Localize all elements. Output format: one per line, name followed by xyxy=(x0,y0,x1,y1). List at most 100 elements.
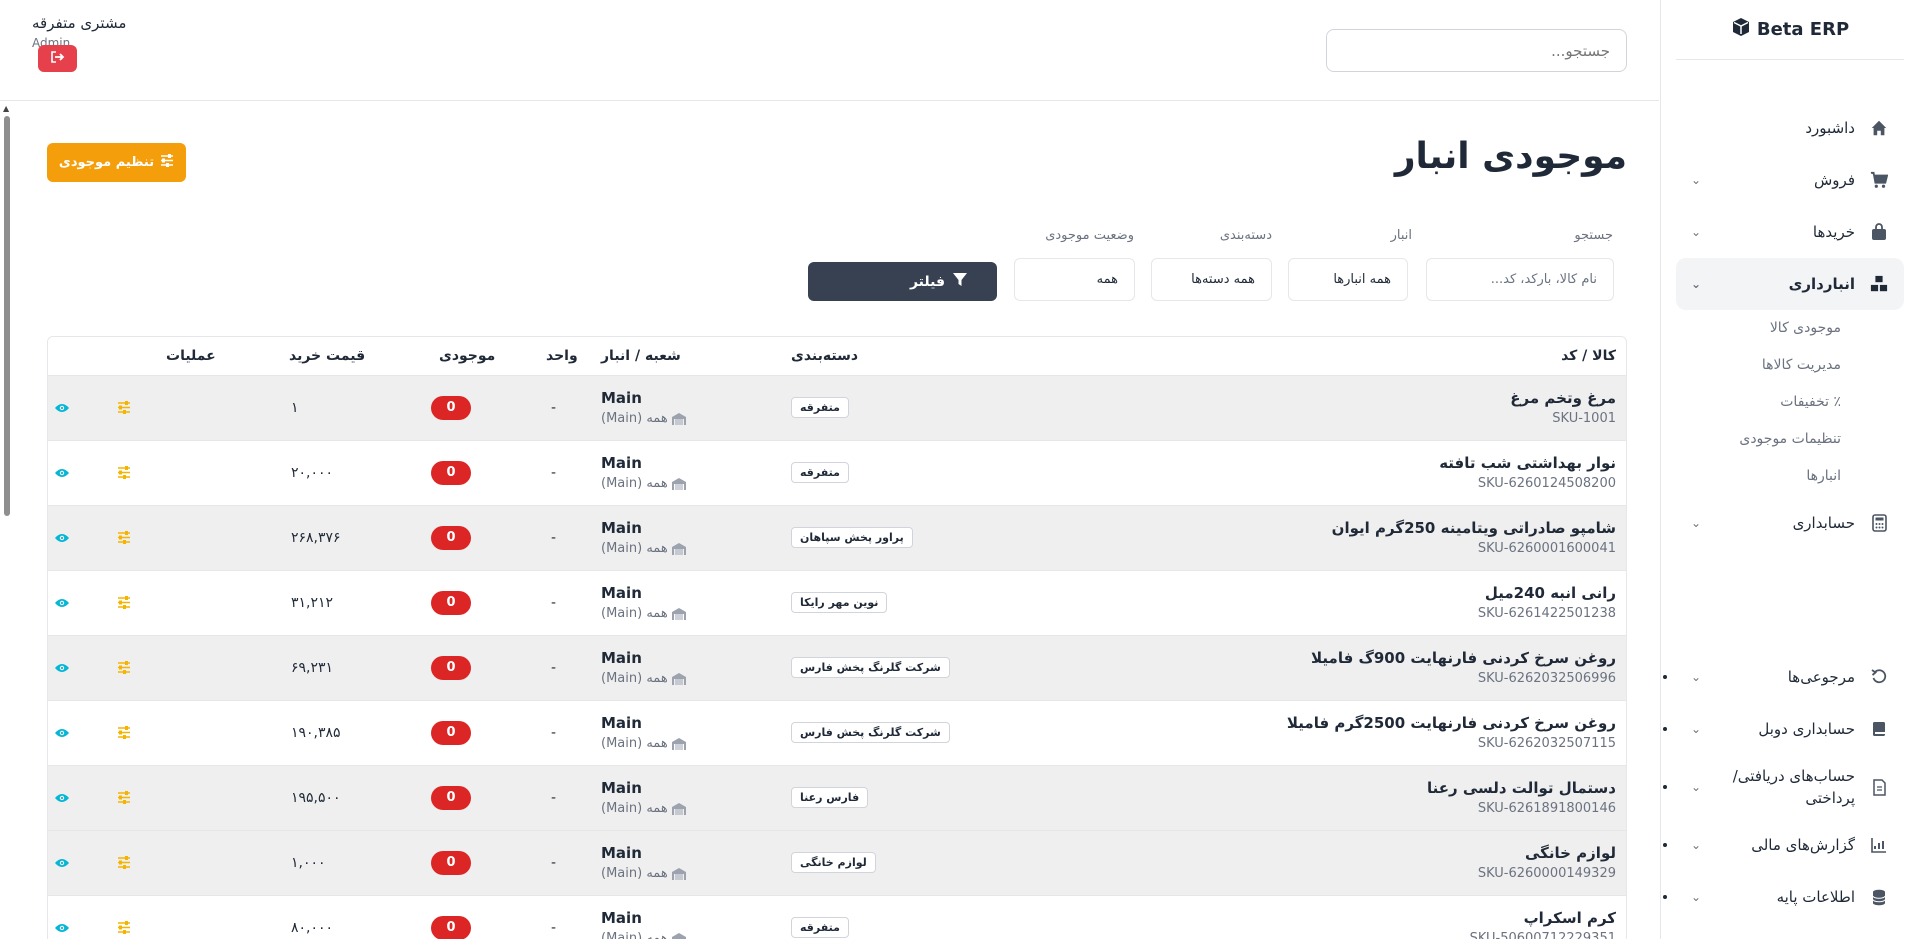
warehouse-info: همه (Main) xyxy=(601,801,781,816)
warehouse-select[interactable]: همه انبارها xyxy=(1288,258,1408,301)
cube-icon xyxy=(1731,17,1751,42)
warehouse-icon xyxy=(671,736,686,751)
eye-icon[interactable] xyxy=(54,725,70,741)
adjust-icon[interactable] xyxy=(116,530,132,546)
eye-icon[interactable] xyxy=(54,400,70,416)
adjust-icon[interactable] xyxy=(116,595,132,611)
product-name[interactable]: نوار بهداشتی شب تافته xyxy=(1101,454,1616,472)
product-name[interactable]: لوازم خانگی xyxy=(1101,844,1616,862)
table-row[interactable]: رانی انبه 240میل SKU-6261422501238 نوین … xyxy=(48,570,1626,636)
sidebar-item-inventory[interactable]: انبارداری ⌄ xyxy=(1676,258,1904,310)
submenu-item-stock[interactable]: موجودی کالا xyxy=(1661,310,1919,347)
adjust-icon[interactable] xyxy=(116,920,132,936)
scrollbar[interactable]: ▲ xyxy=(0,102,12,939)
sidebar-item-accounting[interactable]: حسابداری ⌄ xyxy=(1676,497,1904,549)
table-row[interactable]: شامپو صادراتی ویتامینه 250گرم ایوان SKU-… xyxy=(48,505,1626,571)
adjust-icon[interactable] xyxy=(116,725,132,741)
header-product[interactable]: کالا / کد xyxy=(1091,337,1626,376)
adjust-icon[interactable] xyxy=(116,855,132,871)
branch-cell: Main همه (Main) xyxy=(591,895,791,939)
product-search-input[interactable]: نام کالا، بارکد، کد... xyxy=(1426,258,1614,301)
stock-cell: 0 xyxy=(421,635,531,701)
chevron-down-icon: ⌄ xyxy=(1690,670,1702,684)
scrollbar-thumb[interactable] xyxy=(4,116,10,516)
logout-button[interactable] xyxy=(38,45,77,72)
product-name[interactable]: دستمال توالت دلسی رعنا xyxy=(1101,779,1616,797)
return-icon xyxy=(1869,667,1889,687)
sidebar-item-dashboard[interactable]: داشبورد xyxy=(1676,102,1904,154)
eye-icon[interactable] xyxy=(54,465,70,481)
product-name[interactable]: روغن سرخ کردنی فارنهایت 900گ فامیلا xyxy=(1101,649,1616,667)
warehouse-name: همه (Main) xyxy=(601,736,668,751)
product-name[interactable]: کرم اسکراپ xyxy=(1101,909,1616,927)
adjust-icon[interactable] xyxy=(116,400,132,416)
table-row[interactable]: نوار بهداشتی شب تافته SKU-6260124508200 … xyxy=(48,440,1626,506)
brand[interactable]: Beta ERP xyxy=(1676,0,1904,60)
table-row[interactable]: مرغ وتخم مرغ SKU-1001 متفرقه Main همه (M… xyxy=(48,375,1626,441)
stock-status-select[interactable]: همه xyxy=(1014,258,1135,301)
category-badge: شرکت گلرنگ پخش فارس xyxy=(791,722,950,743)
category-cell: متفرقه xyxy=(791,440,1091,506)
product-sku: SKU-1001 xyxy=(1552,411,1616,426)
sidebar-item-base-info[interactable]: اطلاعات پایه ⌄ xyxy=(1663,871,1904,923)
unit-cell: - xyxy=(531,830,591,896)
category-cell: متفرقه xyxy=(791,375,1091,441)
stock-badge: 0 xyxy=(431,525,471,550)
inventory-table: کالا / کد دسته‌بندی شعبه / انبار واحد مو… xyxy=(47,336,1627,939)
price-cell: ۲۰,۰۰۰ xyxy=(271,440,421,506)
stock-cell: 0 xyxy=(421,440,531,506)
scroll-up-icon[interactable]: ▲ xyxy=(3,104,9,113)
eye-icon[interactable] xyxy=(54,790,70,806)
eye-icon[interactable] xyxy=(54,595,70,611)
product-name[interactable]: مرغ وتخم مرغ xyxy=(1101,389,1616,407)
table-row[interactable]: روغن سرخ کردنی فارنهایت 900گ فامیلا SKU-… xyxy=(48,635,1626,701)
book-icon xyxy=(1869,719,1889,739)
sidebar-item-returns[interactable]: مرجوعی‌ها ⌄ xyxy=(1663,651,1904,703)
warehouse-icon xyxy=(671,606,686,621)
adjust-stock-button[interactable]: تنظیم موجودی xyxy=(47,143,186,182)
submenu-item-warehouses[interactable]: انبارها xyxy=(1661,458,1919,495)
adjust-icon[interactable] xyxy=(116,790,132,806)
table-row[interactable]: دستمال توالت دلسی رعنا SKU-6261891800146… xyxy=(48,765,1626,831)
sliders-icon xyxy=(160,154,174,171)
sidebar-item-sales[interactable]: فروش ⌄ xyxy=(1676,154,1904,206)
product-sku: SKU-6260000149329 xyxy=(1477,866,1616,881)
ops-cell xyxy=(48,570,271,636)
sidebar-item-label: اطلاعات پایه xyxy=(1776,888,1855,906)
global-search-input[interactable] xyxy=(1326,29,1627,72)
header-unit[interactable]: واحد xyxy=(531,337,591,376)
adjust-icon[interactable] xyxy=(116,465,132,481)
ops-cell xyxy=(48,765,271,831)
unit-cell: - xyxy=(531,570,591,636)
sidebar-item-receivables[interactable]: حساب‌های دریافتی/ پرداختی ⌄ xyxy=(1663,755,1904,819)
header-branch[interactable]: شعبه / انبار xyxy=(591,337,791,376)
product-cell: روغن سرخ کردنی فارنهایت 900گ فامیلا SKU-… xyxy=(1091,635,1626,701)
product-name[interactable]: روغن سرخ کردنی فارنهایت 2500گرم فامیلا xyxy=(1101,714,1616,732)
filter-button[interactable]: فیلتر xyxy=(808,262,997,301)
header-price[interactable]: قیمت خرید xyxy=(271,337,421,376)
submenu-item-stock-settings[interactable]: تنظیمات موجودی xyxy=(1661,421,1919,458)
header-stock[interactable]: موجودی xyxy=(421,337,531,376)
eye-icon[interactable] xyxy=(54,660,70,676)
product-name[interactable]: شامپو صادراتی ویتامینه 250گرم ایوان xyxy=(1101,519,1616,537)
table-row[interactable]: لوازم خانگی SKU-6260000149329 لوازم خانگ… xyxy=(48,830,1626,896)
table-row[interactable]: روغن سرخ کردنی فارنهایت 2500گرم فامیلا S… xyxy=(48,700,1626,766)
chevron-down-icon: ⌄ xyxy=(1690,890,1702,904)
sidebar-item-financial-reports[interactable]: گزارش‌های مالی ⌄ xyxy=(1663,819,1904,871)
submenu-item-products[interactable]: مدیریت کالاها xyxy=(1661,347,1919,384)
branch-name: Main xyxy=(601,519,642,537)
table-row[interactable]: کرم اسکراپ SKU-50600712229351 متفرقه Mai… xyxy=(48,895,1626,939)
eye-icon[interactable] xyxy=(54,920,70,936)
eye-icon[interactable] xyxy=(54,855,70,871)
product-cell: روغن سرخ کردنی فارنهایت 2500گرم فامیلا S… xyxy=(1091,700,1626,766)
header-category[interactable]: دسته‌بندی xyxy=(791,337,1091,376)
sidebar-nav-bottom: مرجوعی‌ها ⌄ حسابداری دوبل ⌄ حساب‌های دری… xyxy=(1661,651,1919,923)
branch-cell: Main همه (Main) xyxy=(591,505,791,571)
category-select[interactable]: همه دسته‌ها xyxy=(1151,258,1272,301)
submenu-item-discounts[interactable]: ٪ تخفیفات xyxy=(1661,384,1919,421)
eye-icon[interactable] xyxy=(54,530,70,546)
sidebar-item-double-entry[interactable]: حسابداری دوبل ⌄ xyxy=(1663,703,1904,755)
adjust-icon[interactable] xyxy=(116,660,132,676)
product-name[interactable]: رانی انبه 240میل xyxy=(1101,584,1616,602)
sidebar-item-purchases[interactable]: خریدها ⌄ xyxy=(1676,206,1904,258)
